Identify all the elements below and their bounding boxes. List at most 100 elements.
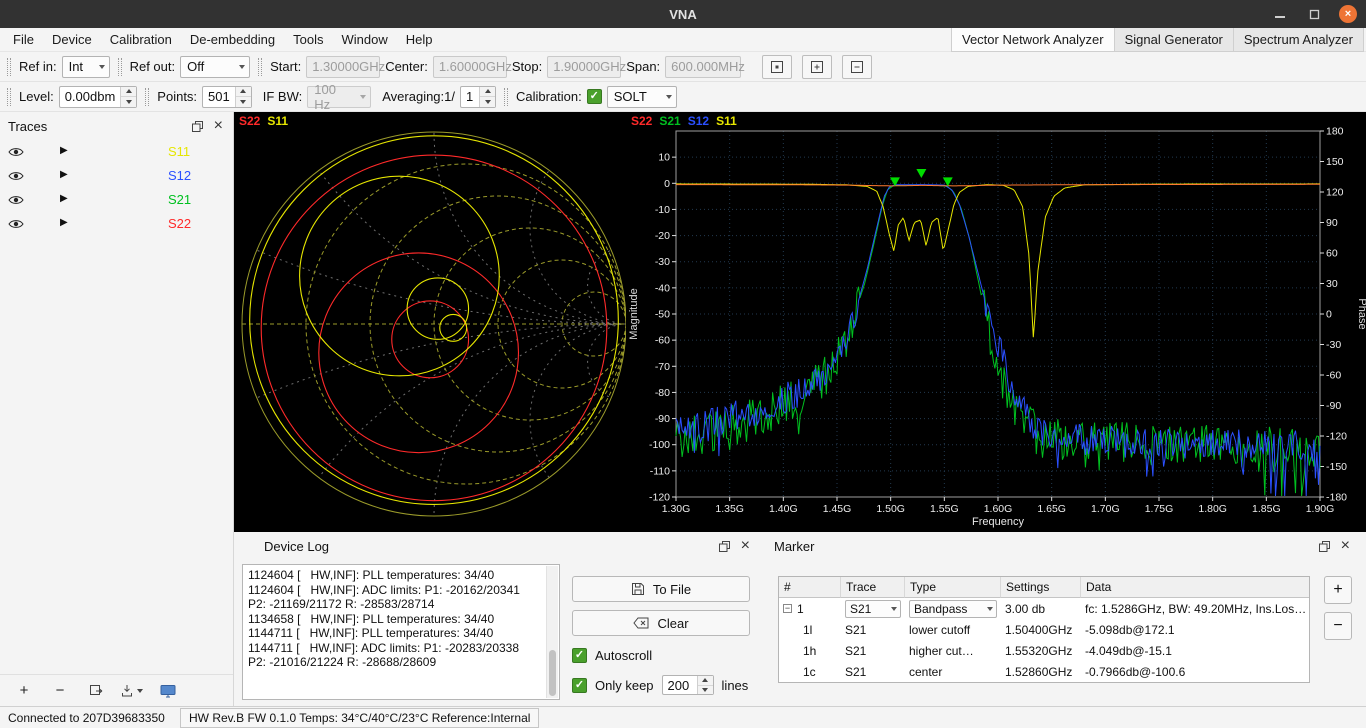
to-file-button[interactable]: To File [572,576,750,602]
add-trace-button[interactable]: + [10,679,38,703]
toolbar-handle[interactable] [145,88,149,106]
start-frequency-field[interactable]: 1.30000GHz [306,56,380,78]
spin-down-button[interactable] [121,97,136,107]
spin-up-button[interactable] [698,676,713,686]
menu-window[interactable]: Window [333,30,397,49]
spin-up-button[interactable] [121,87,136,98]
marker-row-1[interactable]: − 1 S21 Bandpass 3.00 db fc: 1.5286GHz, … [779,598,1309,619]
display-button[interactable] [154,679,182,703]
close-panel-icon[interactable]: × [214,118,223,134]
float-panel-icon[interactable] [1318,540,1331,553]
close-panel-icon[interactable]: × [1341,538,1350,554]
start-label: Start: [270,59,301,74]
log-line: 1124604 [ HW,INF]: ADC limits: P1: -2016… [248,583,541,598]
tab-signal-generator[interactable]: Signal Generator [1114,28,1234,52]
level-spinbox[interactable]: 0.00dbm [59,86,138,108]
column-header-type[interactable]: Type [905,577,1001,598]
close-panel-icon[interactable]: × [741,538,750,554]
span-label: Span: [626,59,660,74]
add-marker-button[interactable]: + [1324,576,1352,604]
toolbar-handle[interactable] [7,88,11,106]
only-keep-spinbox[interactable]: 200 [662,675,714,695]
smith-chart[interactable]: S22 S11 [234,112,626,532]
svg-text:1.40G: 1.40G [769,503,798,515]
toolbar-handle[interactable] [504,88,508,106]
points-spinbox[interactable]: 501 [202,86,252,108]
device-log-title: Device Log [264,539,329,554]
menu-tools[interactable]: Tools [284,30,332,49]
column-header-settings[interactable]: Settings [1001,577,1081,598]
device-log-list[interactable]: 1124604 [ HW,INF]: PLL temperatures: 34/… [242,564,560,700]
column-header-number[interactable]: # [779,577,841,598]
clear-button[interactable]: Clear [572,610,750,636]
calibration-checkbox[interactable]: ✓ [587,89,602,104]
toolbar-handle[interactable] [258,58,262,76]
trace-row-s11[interactable]: ▶ S11 [0,140,233,164]
toolbar-handle[interactable] [118,58,122,76]
marker-type-select[interactable]: Bandpass [909,600,997,618]
magnitude-plot[interactable]: S22 S21 S12 S11 100-10-20-30-40-50-60-70… [626,112,1366,532]
marker-row-1l[interactable]: 1l S21 lower cutoff 1.50400GHz -5.098db@… [779,619,1309,640]
remove-trace-button[interactable]: − [46,679,74,703]
expand-arrow-icon[interactable]: ▶ [60,145,68,156]
column-header-trace[interactable]: Trace [841,577,905,598]
spin-up-button[interactable] [236,87,251,98]
menu-file[interactable]: File [4,30,43,49]
span-frequency-field[interactable]: 600.000MHz [665,56,741,78]
ref-in-select[interactable]: Int [62,56,110,78]
marker-row-1c[interactable]: 1c S21 center 1.52860GHz -0.7966db@-100.… [779,661,1309,682]
scale-window-button[interactable] [762,55,792,79]
svg-text:1.50G: 1.50G [876,503,905,515]
spin-up-button[interactable] [480,87,495,98]
export-image-button[interactable] [82,679,110,703]
menu-calibration[interactable]: Calibration [101,30,181,49]
ifbw-select[interactable]: 100 Hz [307,86,371,108]
menu-help[interactable]: Help [397,30,442,49]
restore-button[interactable] [1304,4,1324,24]
svg-text:1.55G: 1.55G [930,503,959,515]
clear-icon [633,617,649,629]
trace-row-s21[interactable]: ▶ S21 [0,188,233,212]
trace-label-s21: S21 [168,192,191,207]
float-panel-icon[interactable] [191,120,204,133]
calibration-select[interactable]: SOLT [607,86,677,108]
trace-row-s22[interactable]: ▶ S22 [0,212,233,236]
expand-arrow-icon[interactable]: ▶ [60,169,68,180]
expand-arrow-icon[interactable]: ▶ [60,217,68,228]
spin-down-button[interactable] [480,97,495,107]
save-file-icon [631,582,645,596]
save-dropdown-button[interactable] [118,679,146,703]
marker-row-1h[interactable]: 1h S21 higher cut… 1.55320GHz -4.049db@-… [779,640,1309,661]
menu-device[interactable]: Device [43,30,101,49]
toolbar-handle[interactable] [7,58,11,76]
scrollbar[interactable] [546,566,558,698]
expand-arrow-icon[interactable]: ▶ [60,193,68,204]
center-frequency-field[interactable]: 1.60000GHz [433,56,507,78]
spin-down-button[interactable] [236,97,251,107]
eye-icon[interactable] [8,146,24,161]
stop-frequency-field[interactable]: 1.90000GHz [547,56,621,78]
close-button[interactable]: × [1338,4,1358,24]
column-header-data[interactable]: Data [1081,577,1309,598]
menu-deembedding[interactable]: De-embedding [181,30,284,49]
eye-icon[interactable] [8,218,24,233]
marker-trace-select[interactable]: S21 [845,600,901,618]
tab-spectrum-analyzer[interactable]: Spectrum Analyzer [1233,28,1364,52]
spin-down-button[interactable] [698,686,713,695]
eye-icon[interactable] [8,194,24,209]
zoom-out-button[interactable] [842,55,872,79]
ref-out-select[interactable]: Off [180,56,250,78]
zoom-in-button[interactable] [802,55,832,79]
float-panel-icon[interactable] [718,540,731,553]
averaging-spinbox[interactable]: 1 [460,86,496,108]
trace-row-s12[interactable]: ▶ S12 [0,164,233,188]
eye-icon[interactable] [8,170,24,185]
collapse-toggle[interactable]: − [783,604,792,613]
minimize-button[interactable] [1270,4,1290,24]
scrollbar-thumb[interactable] [549,650,556,696]
autoscroll-checkbox[interactable]: ✓ Autoscroll [572,648,750,663]
tab-vector-network-analyzer[interactable]: Vector Network Analyzer [951,28,1115,52]
remove-marker-button[interactable]: − [1324,612,1352,640]
only-keep-checkbox[interactable]: ✓ Only keep 200 lines [572,675,750,695]
log-line: P2: -21016/21224 R: -28688/28609 [248,655,541,670]
